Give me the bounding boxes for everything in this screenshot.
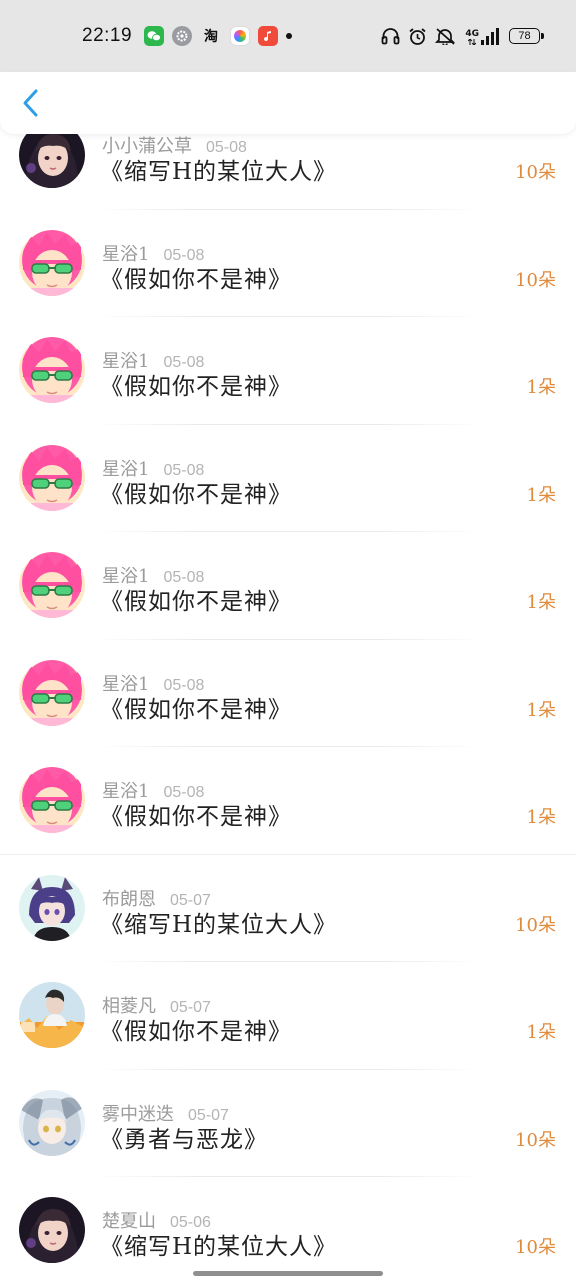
list-item[interactable]: 星浴1 05-08 《假如你不是神》 1朵 <box>0 317 576 425</box>
home-indicator[interactable] <box>193 1271 383 1276</box>
avatar[interactable] <box>19 659 85 726</box>
music-icon <box>258 26 279 46</box>
status-indicators: 4G 78 <box>381 27 544 46</box>
avatar[interactable] <box>19 552 85 618</box>
avatar[interactable] <box>19 337 85 403</box>
book-title[interactable]: 《假如你不是神》 <box>100 797 292 831</box>
network-label: 4G <box>465 28 479 39</box>
list-item[interactable]: 相菱凡 05-07 《假如你不是神》 1朵 <box>0 962 576 1070</box>
avatar[interactable] <box>19 229 85 296</box>
list-item[interactable]: 雾中迷迭 05-07 《勇者与恶龙》 10朵 <box>0 1070 576 1177</box>
book-title[interactable]: 《缩写H的某位大人》 <box>100 1227 337 1261</box>
book-title[interactable]: 《缩写H的某位大人》 <box>100 905 337 939</box>
headphones-icon <box>381 28 400 45</box>
book-title[interactable]: 《假如你不是神》 <box>100 690 292 724</box>
book-title[interactable]: 《缩写H的某位大人》 <box>100 152 337 186</box>
book-title[interactable]: 《假如你不是神》 <box>100 260 292 294</box>
settings-icon <box>172 26 193 46</box>
avatar[interactable] <box>19 1197 85 1263</box>
flower-count: 10朵 <box>515 914 556 936</box>
avatar[interactable] <box>19 1089 85 1156</box>
taobao-icon: 淘 <box>204 29 219 45</box>
flower-count: 10朵 <box>515 269 556 291</box>
battery-indicator: 78 <box>509 28 544 44</box>
flower-count: 1朵 <box>526 592 556 613</box>
avatar[interactable] <box>19 874 85 941</box>
list-item[interactable]: 布朗恩 05-07 《缩写H的某位大人》 10朵 <box>0 855 576 962</box>
book-title[interactable]: 《假如你不是神》 <box>100 582 292 616</box>
list-item[interactable]: 星浴1 05-08 《假如你不是神》 1朵 <box>0 747 576 855</box>
flower-count: 10朵 <box>515 1129 556 1151</box>
app-screen: 22:19 淘 4G 78 小小蒲公草 05-08 《缩写H的某位大人》 10朵… <box>0 0 576 1280</box>
more-notifications-dot <box>286 33 293 39</box>
avatar[interactable] <box>19 444 85 511</box>
notification-app-icons: 淘 <box>144 26 279 46</box>
flower-count: 1朵 <box>526 807 556 828</box>
flower-count: 10朵 <box>515 1237 556 1258</box>
signal-indicator: 4G <box>465 27 499 45</box>
status-time: 22:19 <box>82 25 133 46</box>
flower-count: 10朵 <box>515 162 556 183</box>
photos-icon <box>230 26 251 46</box>
alarm-icon <box>409 27 426 45</box>
status-bar: 22:19 淘 4G 78 <box>0 0 576 72</box>
flower-count: 1朵 <box>526 377 556 398</box>
list-item[interactable]: 星浴1 05-08 《假如你不是神》 1朵 <box>0 640 576 747</box>
battery-level: 78 <box>518 30 531 42</box>
avatar[interactable] <box>19 982 85 1048</box>
wechat-icon <box>144 26 165 46</box>
flower-count: 1朵 <box>526 484 556 506</box>
list-item[interactable]: 楚夏山 05-06 《缩写H的某位大人》 10朵 <box>0 1177 576 1280</box>
list-item[interactable]: 星浴1 05-08 《假如你不是神》 10朵 <box>0 210 576 317</box>
flower-count: 1朵 <box>526 699 556 721</box>
book-title[interactable]: 《假如你不是神》 <box>100 475 292 509</box>
top-nav-bar <box>0 72 576 134</box>
book-title[interactable]: 《假如你不是神》 <box>100 367 292 401</box>
flower-count: 1朵 <box>526 1022 556 1043</box>
back-button[interactable] <box>0 72 62 134</box>
list-item[interactable]: 星浴1 05-08 《假如你不是神》 1朵 <box>0 425 576 532</box>
avatar[interactable] <box>19 767 85 833</box>
signal-bars-icon <box>481 27 499 45</box>
data-arrows-icon <box>468 38 477 45</box>
book-title[interactable]: 《假如你不是神》 <box>100 1012 292 1046</box>
mute-icon <box>435 28 456 45</box>
chevron-left-icon <box>23 89 38 117</box>
book-title[interactable]: 《勇者与恶龙》 <box>100 1120 268 1154</box>
gift-record-list[interactable]: 小小蒲公草 05-08 《缩写H的某位大人》 10朵 星浴1 05-08 《假如… <box>0 102 576 1280</box>
list-item[interactable]: 星浴1 05-08 《假如你不是神》 1朵 <box>0 532 576 640</box>
